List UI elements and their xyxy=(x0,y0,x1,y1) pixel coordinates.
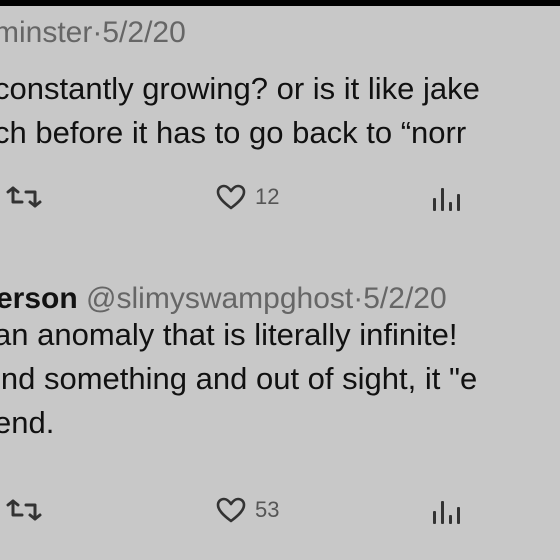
author-handle[interactable]: @slimyswampghost xyxy=(86,282,353,315)
tweet-date[interactable]: 5/2/20 xyxy=(102,16,185,49)
heart-icon xyxy=(215,496,247,524)
tweet-body-line: ch before it has to go back to “norr xyxy=(0,115,467,150)
retweet-icon xyxy=(4,498,44,522)
like-button[interactable]: 53 xyxy=(215,496,279,524)
heart-icon xyxy=(215,183,247,211)
author-name[interactable]: erson xyxy=(0,282,78,315)
tweet-body-line: ind something and out of sight, it "e xyxy=(0,361,478,396)
views-icon xyxy=(430,184,464,214)
header-separator: · xyxy=(92,16,103,49)
tweet-actions: 12 xyxy=(0,182,560,216)
tweet-body: an anomaly that is literally infinite! i… xyxy=(0,313,477,445)
author-handle[interactable]: minster xyxy=(0,16,92,49)
tweet-body-line: end. xyxy=(0,405,55,440)
retweet-button[interactable] xyxy=(4,498,44,522)
retweet-icon xyxy=(4,185,44,209)
like-count: 12 xyxy=(255,184,280,209)
tweet-body-line: an anomaly that is literally infinite! xyxy=(0,317,458,352)
tweet-body-line: constantly growing? or is it like jake xyxy=(0,71,480,106)
tweet-header: minster·5/2/20 xyxy=(0,15,186,51)
tweet-body: constantly growing? or is it like jake c… xyxy=(0,67,480,155)
views-icon xyxy=(430,497,464,527)
views-button[interactable] xyxy=(430,184,464,214)
like-count: 53 xyxy=(255,497,280,522)
tweet-actions: 53 xyxy=(0,495,560,529)
tweet-2: erson @slimyswampghost·5/2/20 an anomaly… xyxy=(0,250,560,524)
tweet-header: erson @slimyswampghost·5/2/20 xyxy=(0,281,447,317)
tweet-date[interactable]: 5/2/20 xyxy=(363,282,446,315)
like-button[interactable]: 12 xyxy=(215,183,279,211)
tweet-1: minster·5/2/20 constantly growing? or is… xyxy=(0,0,560,240)
views-button[interactable] xyxy=(430,497,464,527)
header-separator: · xyxy=(353,282,364,315)
retweet-button[interactable] xyxy=(4,185,44,209)
